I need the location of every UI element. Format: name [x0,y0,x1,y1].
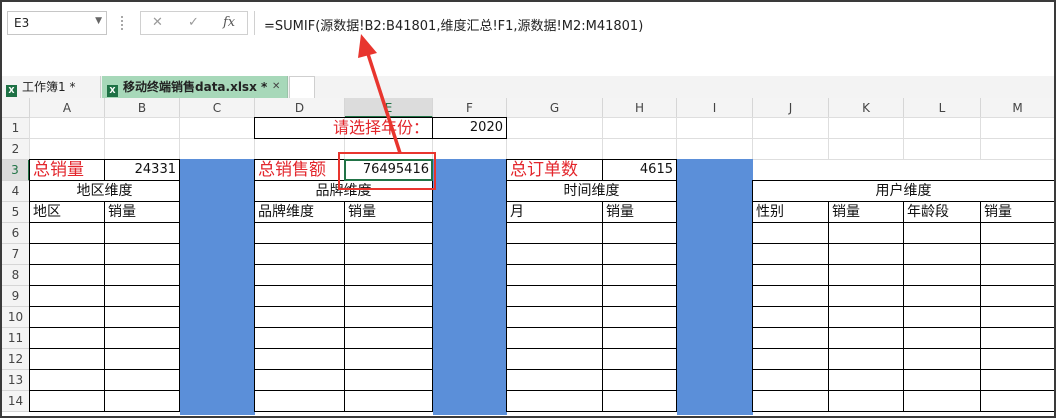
sales-column-header: 销量 [606,204,634,220]
chevron-down-icon[interactable]: ▼ [95,16,102,26]
column-header-g[interactable]: G [507,98,603,118]
age-group-column-header: 年龄段 [907,204,949,220]
new-tab-button[interactable] [289,76,315,98]
total-orders-label: 总订单数 [510,160,578,180]
table-border [506,348,677,349]
column-header-b[interactable]: B [105,98,180,118]
table-border [506,369,677,370]
gender-column-header: 性别 [756,204,784,220]
brand-column-header: 品牌维度 [258,204,314,220]
row-header-9[interactable]: 9 [2,286,30,307]
brand-dimension-header: 品牌维度 [315,183,372,199]
table-border [506,117,507,139]
blank-cell [753,160,1054,181]
gridline [1054,118,1055,412]
formula-input[interactable]: =SUMIF(源数据!B2:B41801,维度汇总!F1,源数据!M2:M418… [264,15,643,34]
sales-column-header: 销量 [832,204,860,220]
row-header-4[interactable]: 4 [2,181,30,202]
formula-bar-area: E3 ▼ ✕ ✓ fx =SUMIF(源数据!B2:B41801,维度汇总!F1… [2,2,1054,77]
blue-separator-f [433,159,507,415]
formula-buttons: ✕ ✓ fx [140,11,248,35]
active-cell-selection [344,159,433,181]
splitter-handle[interactable] [121,16,126,30]
excel-file-icon: X [6,85,17,97]
excel-file-icon: X [107,85,118,97]
row-header-11[interactable]: 11 [2,328,30,349]
sales-column-header: 销量 [108,204,136,220]
column-header-d[interactable]: D [255,98,345,118]
column-header-e[interactable]: E [345,98,433,118]
column-header-c[interactable]: C [180,98,255,118]
sales-column-header: 销量 [984,204,1012,220]
tab-workbook1[interactable]: X 工作簿1 * [2,76,101,98]
row-header-12[interactable]: 12 [2,349,30,370]
name-box-value: E3 [14,16,30,30]
select-all-corner[interactable] [2,98,30,118]
workbook-tab-bar: X 工作簿1 * X 移动终端销售data.xlsx * ✕ [2,76,1054,99]
table-border [506,264,677,265]
tab-label: 移动终端销售data.xlsx * [123,80,268,94]
gridline [30,117,1054,118]
row-header-1[interactable]: 1 [2,118,30,139]
cancel-icon[interactable]: ✕ [152,15,163,30]
table-border [506,327,677,328]
table-border [676,159,677,412]
column-header-i[interactable]: I [677,98,753,118]
table-border [506,411,677,412]
excel-window: E3 ▼ ✕ ✓ fx =SUMIF(源数据!B2:B41801,维度汇总!F1… [0,0,1056,418]
blue-separator-c [180,159,255,415]
table-border [432,159,433,412]
gridline [30,138,1054,139]
enter-icon[interactable]: ✓ [188,15,199,30]
column-header-h[interactable]: H [603,98,677,118]
column-header-l[interactable]: L [904,98,981,118]
row-header-14[interactable]: 14 [2,391,30,412]
row-header-8[interactable]: 8 [2,265,30,286]
table-border [254,138,507,139]
table-border [506,390,677,391]
column-header-m[interactable]: M [981,98,1054,118]
tab-label: 工作簿1 * [22,80,76,94]
table-border [506,222,677,223]
month-column-header: 月 [510,204,524,220]
column-header-f[interactable]: F [433,98,507,118]
table-border [506,243,677,244]
total-sales-label: 总销量 [33,160,84,180]
region-column-header: 地区 [33,204,61,220]
column-header-j[interactable]: J [753,98,829,118]
total-orders-value: 4615 [639,162,673,177]
row-header-6[interactable]: 6 [2,223,30,244]
column-header-a[interactable]: A [30,98,105,118]
time-dimension-header: 时间维度 [563,183,620,199]
row-header-10[interactable]: 10 [2,307,30,328]
table-border [179,159,180,412]
name-box[interactable]: E3 ▼ [7,11,107,35]
close-icon[interactable]: ✕ [272,76,280,98]
sales-column-header: 销量 [348,204,376,220]
row-header-3[interactable]: 3 [2,160,30,181]
blue-separator-i [677,159,753,415]
region-dimension-header: 地区维度 [76,183,133,199]
divider [254,11,255,35]
year-prompt-label: 请选择年份： [332,118,429,137]
year-value-cell[interactable]: 2020 [433,118,506,138]
tab-active-workbook[interactable]: X 移动终端销售data.xlsx * ✕ [102,76,288,98]
column-header-k[interactable]: K [829,98,904,118]
table-border [506,306,677,307]
table-border [1054,180,1055,412]
row-header-7[interactable]: 7 [2,244,30,265]
function-icon[interactable]: fx [223,15,235,30]
table-border [506,285,677,286]
row-header-13[interactable]: 13 [2,370,30,391]
user-dimension-header: 用户维度 [875,183,932,199]
total-revenue-label: 总销售额 [258,160,326,180]
row-header-2[interactable]: 2 [2,139,30,160]
total-sales-value: 24331 [134,162,176,177]
row-header-5[interactable]: 5 [2,202,30,223]
